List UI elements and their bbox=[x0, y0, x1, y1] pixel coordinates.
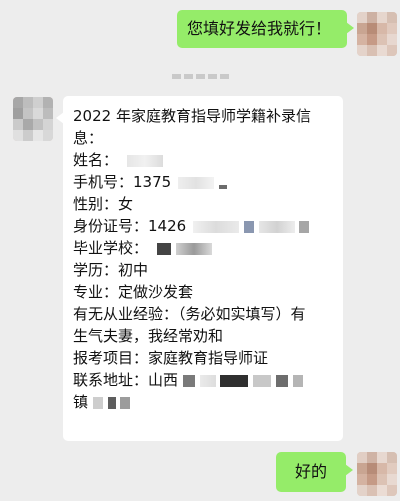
outgoing-message-text: 好的 bbox=[294, 462, 327, 481]
message-line: 2022 年家庭教育指导师学籍补录信 bbox=[73, 107, 311, 125]
message-line: 有无从业经验：（务必如实填写）有 bbox=[73, 305, 306, 323]
redacted-address bbox=[182, 374, 195, 387]
message-line-town: 镇 bbox=[73, 391, 311, 413]
outgoing-message-bubble[interactable]: 您填好发给我就行！ bbox=[177, 10, 354, 48]
outgoing-message-text: 您填好发给我就行！ bbox=[187, 19, 332, 38]
avatar[interactable] bbox=[357, 452, 397, 496]
message-line: 专业：定做沙发套 bbox=[73, 283, 194, 301]
redacted-phone bbox=[177, 176, 214, 189]
message-line-school: 毕业学校： bbox=[73, 237, 311, 259]
redacted-school bbox=[156, 242, 171, 255]
message-line-name: 姓名： bbox=[73, 149, 311, 171]
avatar[interactable] bbox=[13, 97, 53, 141]
incoming-message-bubble[interactable]: 2022 年家庭教育指导师学籍补录信 息： 姓名： 手机号：1375 性别：女 … bbox=[56, 96, 343, 441]
message-line-phone: 手机号：1375 bbox=[73, 171, 311, 193]
incoming-message-text: 2022 年家庭教育指导师学籍补录信 息： 姓名： 手机号：1375 性别：女 … bbox=[73, 105, 311, 413]
message-line: 性别：女 bbox=[73, 195, 134, 213]
message-line-address: 联系地址：山西 bbox=[73, 369, 311, 391]
message-line: 息： bbox=[73, 129, 104, 147]
avatar[interactable] bbox=[357, 12, 397, 56]
message-line: 生气夫妻，我经常劝和 bbox=[73, 327, 224, 345]
timestamp bbox=[172, 74, 229, 79]
message-line-id: 身份证号：1426 bbox=[73, 215, 311, 237]
message-line: 报考项目：家庭教育指导师证 bbox=[73, 349, 269, 367]
redacted-id bbox=[192, 220, 239, 233]
outgoing-message-bubble[interactable]: 好的 bbox=[276, 452, 353, 492]
message-line: 学历：初中 bbox=[73, 261, 149, 279]
redacted-name bbox=[126, 154, 163, 167]
